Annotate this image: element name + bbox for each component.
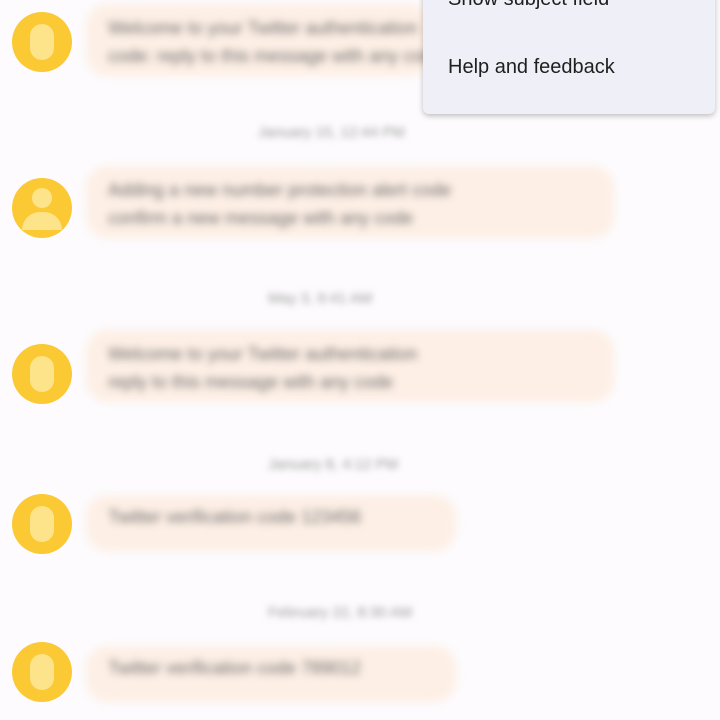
message-text: Adding a new number protection alert cod… [108, 180, 452, 200]
message-text: reply to this message with any code [108, 372, 394, 392]
sender-avatar[interactable] [12, 642, 72, 702]
message-text: Welcome to your Twitter authentication [108, 344, 418, 364]
sender-avatar[interactable] [12, 494, 72, 554]
avatar-icon [30, 24, 54, 60]
timestamp: January 15, 12:44 PM [258, 124, 405, 141]
avatar-icon [30, 506, 54, 542]
menu-item-help-and-feedback[interactable]: Help and feedback [448, 56, 615, 79]
avatar-icon [30, 654, 54, 690]
message-bubble[interactable]: Welcome to your Twitter authentication c… [86, 4, 443, 76]
person-icon [22, 188, 62, 230]
message-bubble[interactable]: Adding a new number protection alert cod… [86, 166, 614, 238]
message-text: confirm a new message with any code [108, 208, 414, 228]
message-text: Welcome to your Twitter authentication [108, 18, 418, 38]
message-text: Twitter verification code 123456 [108, 507, 362, 527]
overflow-menu: Show subject field Help and feedback [423, 0, 715, 114]
message-bubble[interactable]: Welcome to your Twitter authentication r… [86, 330, 614, 402]
message-text: code: reply to this message with any cod… [108, 46, 443, 66]
menu-item-show-subject-field[interactable]: Show subject field [448, 0, 609, 11]
message-bubble[interactable]: Twitter verification code 123456 [86, 495, 456, 551]
timestamp: May 3, 9:41 AM [268, 290, 373, 307]
sender-avatar[interactable] [12, 178, 72, 238]
sender-avatar[interactable] [12, 344, 72, 404]
timestamp: January 8, 4:12 PM [268, 456, 399, 473]
message-text: Twitter verification code 789012 [108, 658, 362, 678]
avatar-icon [30, 356, 54, 392]
message-bubble[interactable]: Twitter verification code 789012 [86, 646, 456, 702]
timestamp: February 22, 8:30 AM [268, 604, 413, 621]
sender-avatar[interactable] [12, 12, 72, 72]
